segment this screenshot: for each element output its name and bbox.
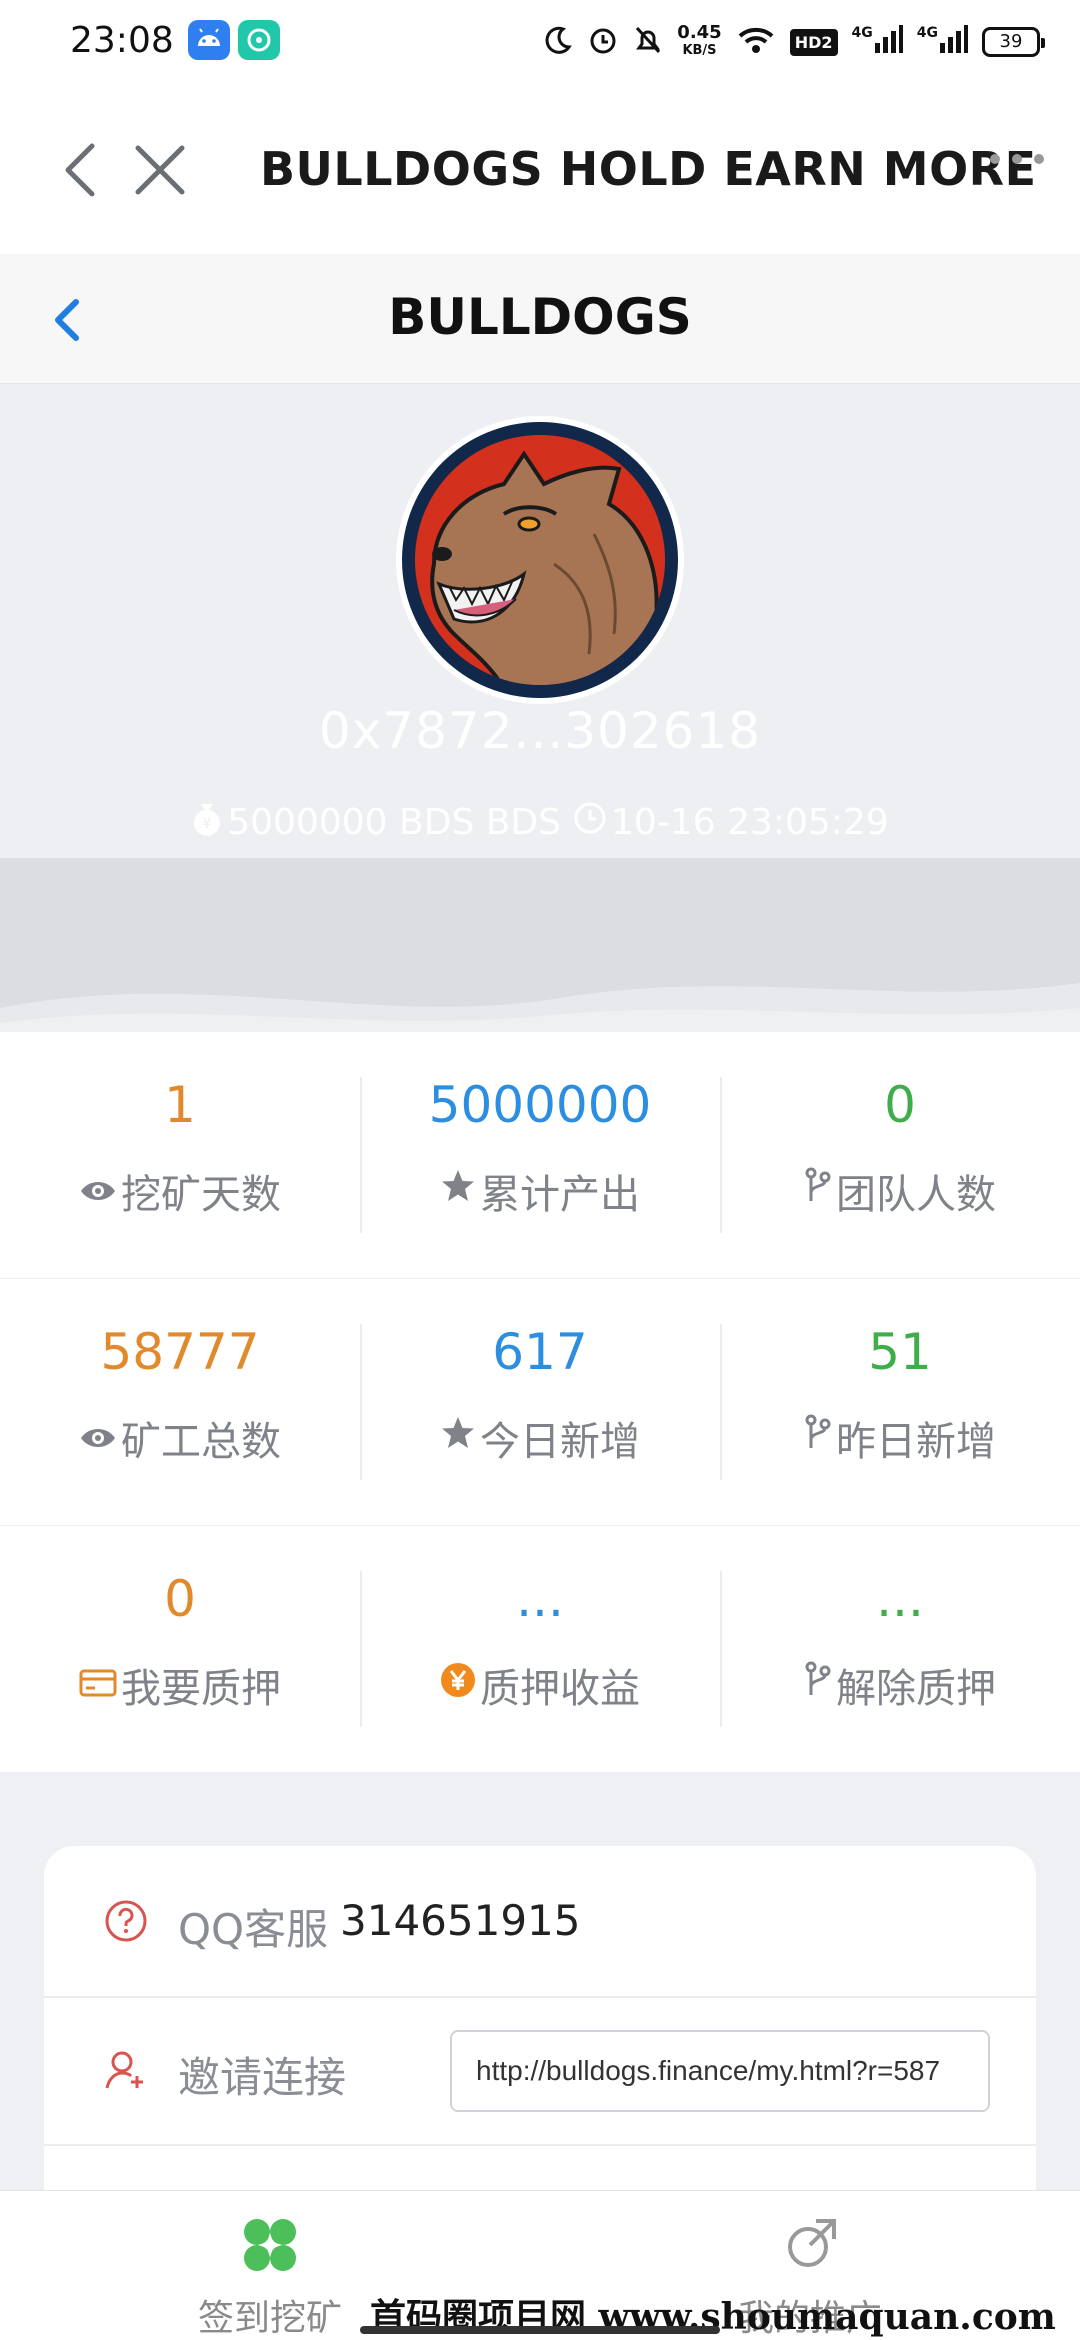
star-icon — [440, 1415, 476, 1461]
branch-icon — [804, 1661, 832, 1709]
share-icon — [780, 2215, 840, 2279]
stat-value: ... — [876, 1570, 924, 1628]
mute-bell-icon — [633, 24, 663, 60]
clock-icon — [573, 801, 607, 844]
signal-2: 4G — [917, 24, 968, 60]
stat-total-output[interactable]: 5000000 累计产出 — [360, 1032, 720, 1278]
more-menu-icon[interactable] — [990, 154, 1044, 164]
stat-value: 617 — [492, 1323, 588, 1381]
stat-label: 矿工总数 — [121, 1419, 281, 1465]
star-icon — [440, 1168, 476, 1214]
stat-total-miners[interactable]: 58777 矿工总数 — [0, 1279, 360, 1525]
stat-today-new[interactable]: 617 今日新增 — [360, 1279, 720, 1525]
stats-row-1: 1 挖矿天数 5000000 累计产出 0 团队人数 — [0, 1032, 1080, 1278]
stat-label: 质押收益 — [480, 1666, 640, 1712]
yen-coin-icon — [440, 1662, 476, 1708]
support-qq: 314651915 — [340, 1896, 581, 1945]
support-label: QQ客服 — [178, 1905, 329, 1954]
page-title: BULLDOGS — [388, 288, 692, 346]
stat-value: 5000000 — [428, 1076, 652, 1134]
home-indicator[interactable] — [360, 2326, 720, 2334]
stat-value: 1 — [164, 1076, 196, 1134]
invite-link-field[interactable]: http://bulldogs.finance/my.html?r=587 — [450, 2030, 990, 2112]
wifi-icon — [736, 24, 776, 60]
unstake-button[interactable]: ... 解除质押 — [720, 1526, 1080, 1772]
branch-icon — [804, 1414, 832, 1462]
stat-mining-days[interactable]: 1 挖矿天数 — [0, 1032, 360, 1278]
stake-button[interactable]: 0 我要质押 — [0, 1526, 360, 1772]
moon-icon — [543, 25, 573, 59]
back-icon[interactable] — [60, 142, 100, 202]
hero-meta: ¥ 5000000 BDS BDS 10-16 23:05:29 — [0, 800, 1080, 845]
invite-row: 邀请连接 http://bulldogs.finance/my.html?r=5… — [44, 1998, 1036, 2144]
stat-yesterday-new[interactable]: 51 昨日新增 — [720, 1279, 1080, 1525]
bulldog-logo — [394, 414, 686, 706]
stat-value: ... — [516, 1570, 564, 1628]
status-bar: 23:08 0.45 KB/S HD2 4G 4G 39 — [0, 0, 1080, 84]
stat-label: 挖矿天数 — [121, 1172, 281, 1218]
support-row[interactable]: QQ客服 314651915 — [44, 1846, 1036, 1996]
svg-text:¥: ¥ — [203, 816, 212, 832]
branch-icon — [804, 1167, 832, 1215]
money-bag-icon: ¥ — [191, 800, 223, 845]
stat-label: 昨日新增 — [836, 1419, 996, 1465]
invite-label: 邀请连接 — [178, 2053, 347, 2102]
timestamp-text: 10-16 23:05:29 — [611, 802, 889, 843]
close-icon[interactable] — [132, 142, 188, 202]
balance-text: 5000000 BDS BDS — [227, 802, 562, 843]
stat-value: 51 — [868, 1323, 932, 1381]
network-speed: 0.45 KB/S — [677, 22, 722, 59]
stat-value: 58777 — [100, 1323, 260, 1381]
browser-title: BULLDOGS HOLD EARN MORE — [260, 142, 1037, 196]
wallet-address: 0x7872...302618 — [318, 702, 762, 760]
signal-1: 4G — [852, 24, 903, 60]
stat-label: 我要质押 — [121, 1666, 281, 1712]
stat-value: 0 — [884, 1076, 916, 1134]
eye-icon — [79, 1415, 117, 1461]
stats-row-2: 58777 矿工总数 617 今日新增 51 昨日新增 — [0, 1279, 1080, 1525]
browser-toolbar: BULLDOGS HOLD EARN MORE — [0, 84, 1080, 254]
add-user-icon — [104, 2048, 148, 2096]
divider — [44, 2144, 1036, 2146]
stat-label: 今日新增 — [480, 1419, 640, 1465]
stat-label: 解除质押 — [836, 1666, 996, 1712]
page-header: BULLDOGS — [0, 254, 1080, 384]
stat-team-size[interactable]: 0 团队人数 — [720, 1032, 1080, 1278]
status-time: 23:08 — [70, 20, 174, 61]
stake-earnings-button[interactable]: ... 质押收益 — [360, 1526, 720, 1772]
mining-icon — [240, 2215, 300, 2279]
stat-value: 0 — [164, 1570, 196, 1628]
alarm-icon — [587, 24, 619, 60]
android-app-icon — [188, 20, 230, 60]
battery-indicator: 39 — [982, 27, 1045, 57]
hd-badge: HD2 — [789, 28, 838, 56]
chat-app-icon — [238, 20, 280, 60]
profile-hero: 0x7872...302618 ¥ 5000000 BDS BDS 10-16 … — [0, 384, 1080, 858]
stat-label: 团队人数 — [836, 1172, 996, 1218]
stats-row-3: 0 我要质押 ... 质押收益 ... 解除质押 — [0, 1526, 1080, 1772]
question-circle-icon — [104, 1899, 148, 1947]
stat-label: 累计产出 — [480, 1172, 640, 1218]
wave-divider — [0, 858, 1080, 1032]
card-icon — [79, 1662, 117, 1708]
eye-icon — [79, 1168, 117, 1214]
